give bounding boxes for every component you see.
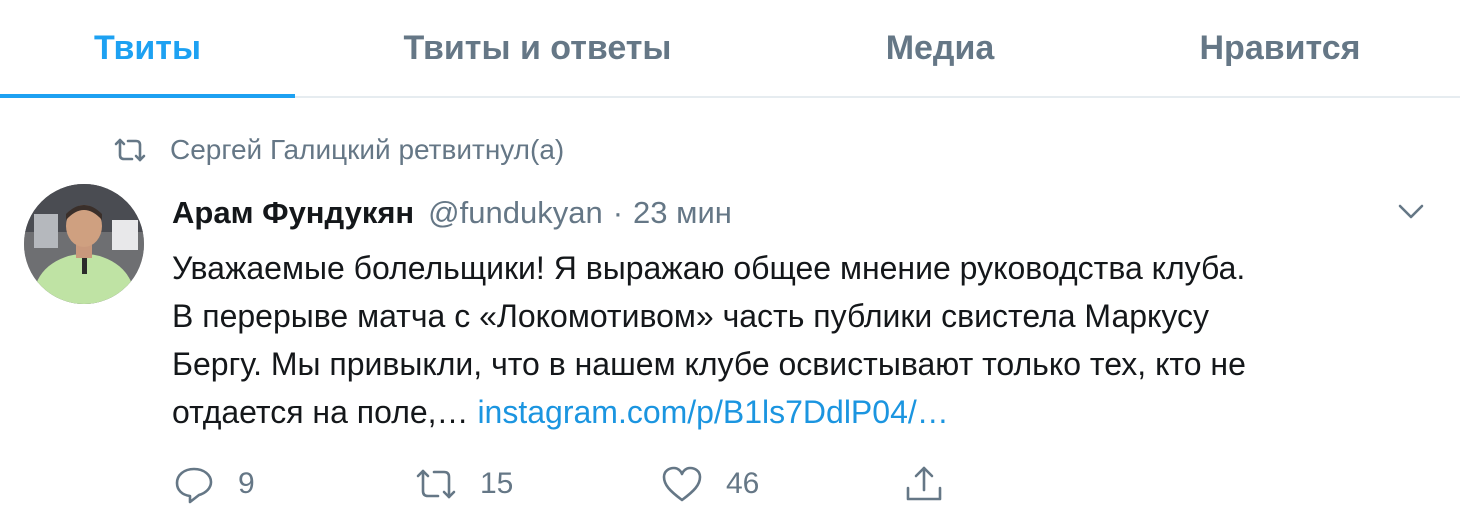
retweet-icon [416, 469, 456, 499]
retweet-icon [114, 138, 146, 162]
tweet-text-fragment: отдается на поле,… [172, 394, 469, 430]
tab-likes[interactable]: Нравится [1100, 0, 1460, 96]
tweet-text-line: Уважаемые болельщики! Я выражаю общее мн… [172, 250, 1246, 286]
tab-tweets[interactable]: Твиты [0, 0, 295, 98]
tweet-text-line: В перерыве матча с «Локомотивом» часть п… [172, 298, 1210, 334]
reply-button[interactable]: 9 [172, 456, 255, 512]
retweet-button[interactable]: 15 [414, 456, 513, 512]
retweet-count: 15 [480, 467, 514, 500]
tab-label: Медиа [885, 28, 995, 67]
chevron-down-icon[interactable] [1394, 196, 1428, 226]
avatar[interactable] [24, 184, 144, 304]
retweet-context-text: Сергей Галицкий ретвитнул(а) [170, 134, 565, 165]
profile-tabs: Твиты Твиты и ответы Медиа Нравится [0, 0, 1460, 98]
tweet-text: Уважаемые болельщики! Я выражаю общее мн… [172, 244, 1432, 436]
like-count: 46 [726, 467, 760, 500]
author-handle[interactable]: @fundukyan [428, 195, 603, 231]
header-separator: · [612, 195, 624, 230]
author-name[interactable]: Арам Фундукян [172, 195, 414, 231]
tweet-text-line-last: отдается на поле,… instagram.com/p/B1ls7… [172, 388, 1432, 436]
profile-timeline: Твиты Твиты и ответы Медиа Нравится Серг… [0, 0, 1460, 517]
retweet-context[interactable]: Сергей Галицкий ретвитнул(а) [112, 128, 564, 172]
tweet-text-line: Бергу. Мы привыкли, что в нашем клубе ос… [172, 346, 1246, 382]
avatar-image [24, 184, 144, 304]
tweet-actions: 9 15 46 [172, 456, 972, 512]
heart-icon [662, 466, 702, 502]
tab-label: Твиты [94, 28, 201, 67]
share-button[interactable] [902, 456, 968, 512]
like-button[interactable]: 46 [660, 456, 759, 512]
share-icon [906, 466, 942, 501]
tweet-timestamp[interactable]: 23 мин [633, 195, 732, 231]
reply-count: 9 [238, 467, 255, 500]
tweet-link[interactable]: instagram.com/p/B1ls7DdlP04/… [477, 394, 948, 430]
tab-label: Твиты и ответы [403, 28, 672, 67]
tweet-header: Арам Фундукян @fundukyan · 23 мин [172, 190, 732, 236]
tab-media[interactable]: Медиа [780, 0, 1100, 96]
tab-label: Нравится [1199, 28, 1361, 67]
reply-icon [175, 467, 213, 504]
tab-tweets-and-replies[interactable]: Твиты и ответы [295, 0, 780, 96]
